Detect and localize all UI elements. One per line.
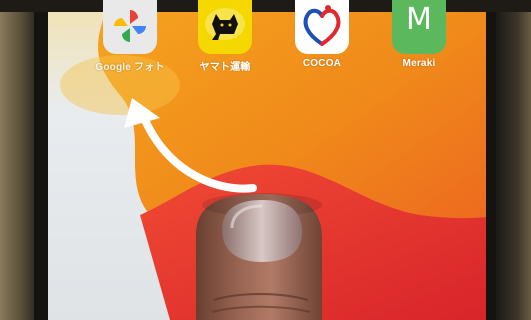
app-label: Google フォト [95, 62, 165, 73]
app-meraki[interactable]: M Meraki [374, 0, 464, 69]
app-cocoa[interactable]: COCOA [277, 0, 367, 69]
meraki-letter: M [406, 2, 432, 37]
yamato-cat-icon [198, 0, 252, 54]
app-label: Meraki [402, 58, 436, 69]
app-label: ヤマト運輸 [199, 62, 251, 73]
app-yamato[interactable]: ヤマト運輸 [180, 0, 270, 73]
google-photos-icon [103, 0, 157, 54]
cocoa-heart-icon [295, 0, 349, 54]
app-google-photos[interactable]: Google フォト [85, 0, 175, 73]
app-label: COCOA [302, 58, 342, 69]
meraki-m-icon: M [392, 0, 446, 54]
photo-scene: Google フォト ヤマト運輸 COCOA M Meraki [0, 0, 531, 320]
